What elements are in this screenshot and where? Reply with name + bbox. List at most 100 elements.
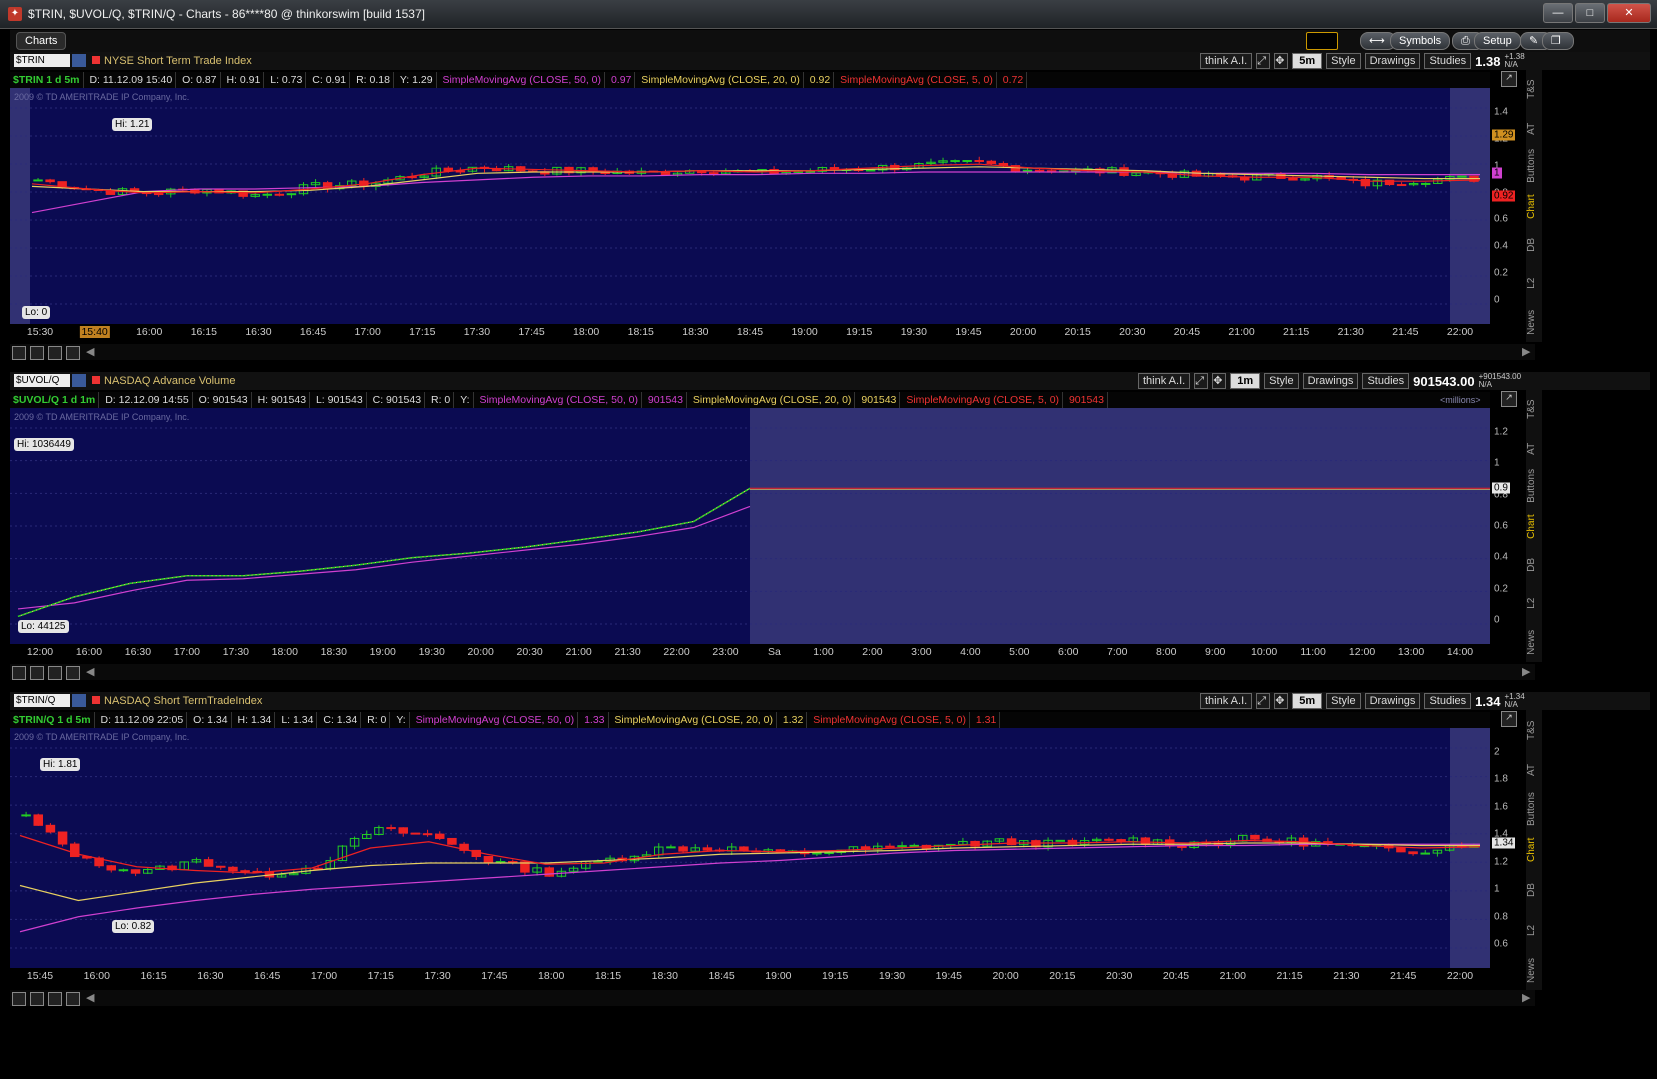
sma50-label[interactable]: SimpleMovingAvg (CLOSE, 50, 0) — [413, 712, 579, 728]
draw-line-icon[interactable] — [66, 992, 80, 1006]
side-tab-ts[interactable]: T&S — [1526, 714, 1542, 746]
sma5-label[interactable]: SimpleMovingAvg (CLOSE, 5, 0) — [837, 72, 997, 88]
chart-panel-uvol: $UVOL/Q NASDAQ Advance Volume think A.I.… — [10, 372, 1650, 688]
studies-button[interactable]: Studies — [1424, 693, 1472, 709]
x-axis[interactable]: 15:30 15:40 16:00 16:15 16:30 16:45 17:00 17:15… — [10, 324, 1490, 340]
zoom-out-icon[interactable] — [48, 666, 62, 680]
scroll-right-icon[interactable]: ▶ — [1522, 991, 1530, 1004]
candle-body — [1420, 182, 1431, 185]
side-tab-news[interactable]: News — [1526, 307, 1542, 338]
zoom-out-icon[interactable] — [48, 346, 62, 360]
chart-area[interactable]: 2009 © TD AMERITRADE IP Company, Inc. Hi… — [10, 88, 1490, 324]
scroll-right-icon[interactable]: ▶ — [1522, 345, 1530, 358]
zoom-out-icon[interactable] — [48, 992, 62, 1006]
side-tab-chart[interactable]: Chart — [1526, 191, 1542, 222]
side-tab-at[interactable]: AT — [1526, 433, 1542, 464]
grid-icon[interactable] — [12, 666, 26, 680]
studies-button[interactable]: Studies — [1424, 53, 1472, 69]
side-tab-l2[interactable]: L2 — [1526, 914, 1542, 946]
scroll-right-icon[interactable]: ▶ — [1522, 665, 1530, 678]
chart-area[interactable]: 2009 © TD AMERITRADE IP Company, Inc. Hi… — [10, 408, 1490, 644]
style-button[interactable]: Style — [1326, 53, 1361, 69]
grid-icon[interactable] — [12, 346, 26, 360]
drawings-button[interactable]: Drawings — [1302, 373, 1359, 389]
timeframe-selector[interactable]: 5m — [1292, 53, 1323, 69]
think-ai-button[interactable]: think A.I. — [1138, 373, 1191, 389]
grid-icon[interactable] — [12, 992, 26, 1006]
studies-button[interactable]: Studies — [1362, 373, 1410, 389]
sma5-label[interactable]: SimpleMovingAvg (CLOSE, 5, 0) — [810, 712, 970, 728]
maximize-button[interactable]: □ — [1575, 3, 1605, 23]
side-tab-chart[interactable]: Chart — [1526, 511, 1542, 542]
side-tab-buttons[interactable]: Buttons — [1526, 469, 1542, 503]
zoom-icon[interactable]: ⤢ — [1256, 53, 1271, 69]
setup-button[interactable]: Setup — [1474, 32, 1521, 50]
side-tab-l2[interactable]: L2 — [1526, 268, 1542, 299]
scroll-left-icon[interactable]: ◀ — [86, 991, 94, 1004]
timeframe-selector[interactable]: 1m — [1230, 373, 1261, 389]
style-button[interactable]: Style — [1264, 373, 1299, 389]
side-tab-at[interactable]: AT — [1526, 113, 1542, 144]
symbol-dropdown-icon[interactable] — [72, 694, 86, 707]
drawings-button[interactable]: Drawings — [1364, 693, 1421, 709]
side-tab-buttons[interactable]: Buttons — [1526, 149, 1542, 183]
side-tab-at[interactable]: AT — [1526, 754, 1542, 786]
sma50-label[interactable]: SimpleMovingAvg (CLOSE, 50, 0) — [476, 392, 642, 408]
symbol-input[interactable]: $TRIN/Q — [14, 694, 70, 707]
zoom-icon[interactable]: ⤢ — [1256, 693, 1271, 709]
chart-type-icon[interactable]: ↗ — [1501, 391, 1517, 407]
detach-icon[interactable]: ❐ — [1542, 32, 1574, 50]
symbol-input[interactable]: $TRIN — [14, 54, 70, 67]
y-tick-label: 0.2 — [1494, 583, 1508, 595]
flag-icon[interactable] — [92, 376, 100, 384]
side-tab-news[interactable]: News — [1526, 627, 1542, 658]
zoom-in-icon[interactable] — [30, 992, 44, 1006]
tab-charts[interactable]: Charts — [16, 32, 67, 50]
style-button[interactable]: Style — [1326, 693, 1361, 709]
crosshair-icon[interactable]: ✥ — [1274, 693, 1289, 709]
sma5-label[interactable]: SimpleMovingAvg (CLOSE, 5, 0) — [903, 392, 1064, 408]
chart-type-icon[interactable]: ↗ — [1501, 71, 1517, 87]
symbol-dropdown-icon[interactable] — [72, 374, 86, 387]
side-tab-buttons[interactable]: Buttons — [1526, 792, 1542, 826]
flag-icon[interactable] — [92, 696, 100, 704]
side-tab-db[interactable]: DB — [1526, 874, 1542, 906]
scroll-left-icon[interactable]: ◀ — [86, 665, 94, 678]
zoom-in-icon[interactable] — [30, 346, 44, 360]
sma20-label[interactable]: SimpleMovingAvg (CLOSE, 20, 0) — [638, 72, 804, 88]
crosshair-icon[interactable]: ✥ — [1274, 53, 1289, 69]
layout-grid-icon[interactable] — [1306, 32, 1338, 50]
symbols-button[interactable]: Symbols — [1390, 32, 1451, 50]
flag-icon[interactable] — [92, 56, 100, 64]
x-axis[interactable]: 12:00 16:00 16:30 17:00 17:30 18:00 18:30 19:00… — [10, 644, 1490, 660]
symbol-input[interactable]: $UVOL/Q — [14, 374, 70, 387]
close-button[interactable]: ✕ — [1607, 3, 1651, 23]
side-tab-ts[interactable]: T&S — [1526, 394, 1542, 425]
side-tab-db[interactable]: DB — [1526, 229, 1542, 260]
crosshair-icon[interactable]: ✥ — [1212, 373, 1227, 389]
zoom-in-icon[interactable] — [30, 666, 44, 680]
sma20-label[interactable]: SimpleMovingAvg (CLOSE, 20, 0) — [611, 712, 777, 728]
chart-type-icon[interactable]: ↗ — [1501, 711, 1517, 727]
zoom-icon[interactable]: ⤢ — [1194, 373, 1209, 389]
timeframe-selector[interactable]: 5m — [1292, 693, 1323, 709]
candle-body — [1055, 839, 1066, 842]
candle-body — [950, 160, 960, 163]
x-axis[interactable]: 15:45 16:00 16:15 16:30 16:45 17:00 17:15 17:30… — [10, 968, 1490, 984]
side-tab-db[interactable]: DB — [1526, 549, 1542, 580]
sma50-label[interactable]: SimpleMovingAvg (CLOSE, 50, 0) — [439, 72, 606, 88]
draw-line-icon[interactable] — [66, 666, 80, 680]
side-tab-news[interactable]: News — [1526, 954, 1542, 986]
minimize-button[interactable]: — — [1543, 3, 1573, 23]
side-tab-ts[interactable]: T&S — [1526, 74, 1542, 105]
side-tab-l2[interactable]: L2 — [1526, 588, 1542, 619]
drawings-button[interactable]: Drawings — [1364, 53, 1421, 69]
think-ai-button[interactable]: think A.I. — [1200, 53, 1253, 69]
sma20-label[interactable]: SimpleMovingAvg (CLOSE, 20, 0) — [690, 392, 856, 408]
side-tab-chart[interactable]: Chart — [1526, 834, 1542, 866]
chart-area[interactable]: 2009 © TD AMERITRADE IP Company, Inc. Hi… — [10, 728, 1490, 968]
symbol-dropdown-icon[interactable] — [72, 54, 86, 67]
draw-line-icon[interactable] — [66, 346, 80, 360]
think-ai-button[interactable]: think A.I. — [1200, 693, 1253, 709]
scroll-left-icon[interactable]: ◀ — [86, 345, 94, 358]
